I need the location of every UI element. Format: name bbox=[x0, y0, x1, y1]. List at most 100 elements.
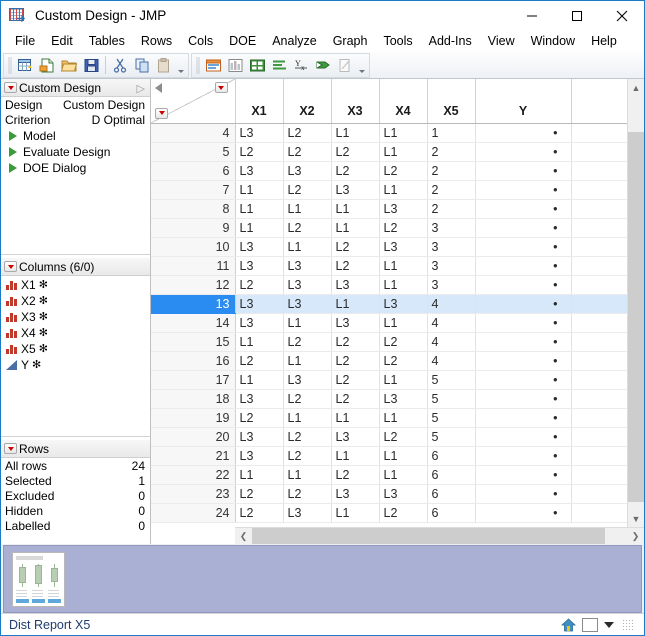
rows-menu-icon[interactable] bbox=[155, 107, 168, 119]
table-row[interactable]: 16 L2 L1 L2 L2 4 • bbox=[151, 351, 627, 371]
row-number-cell[interactable]: 8 bbox=[151, 199, 236, 219]
cell-x4[interactable]: L1 bbox=[379, 142, 428, 162]
cell-x2[interactable]: L2 bbox=[283, 180, 332, 200]
cell-x5[interactable]: 2 bbox=[427, 142, 476, 162]
cell-x3[interactable]: L2 bbox=[331, 161, 380, 181]
row-number-cell[interactable]: 22 bbox=[151, 465, 236, 485]
cell-y[interactable]: • bbox=[475, 408, 572, 428]
row-number-cell[interactable]: 24 bbox=[151, 503, 236, 523]
cell-x1[interactable]: L1 bbox=[235, 332, 284, 352]
cell-x4[interactable]: L2 bbox=[379, 218, 428, 238]
cell-x3[interactable]: L2 bbox=[331, 142, 380, 162]
cell-x4[interactable]: L1 bbox=[379, 180, 428, 200]
cell-x3[interactable]: L2 bbox=[331, 389, 380, 409]
cell-x5[interactable]: 3 bbox=[427, 218, 476, 238]
table-row[interactable]: 10 L3 L1 L2 L3 3 • bbox=[151, 237, 627, 257]
vertical-scrollbar[interactable]: ▲ ▼ bbox=[627, 79, 644, 527]
cell-x3[interactable]: L2 bbox=[331, 237, 380, 257]
row-number-cell[interactable]: 5 bbox=[151, 142, 236, 162]
chart-icon[interactable] bbox=[268, 54, 290, 76]
cell-y[interactable]: • bbox=[475, 218, 572, 238]
columns-panel-header[interactable]: Columns (6/0) bbox=[1, 258, 150, 276]
column-header-x5[interactable]: X5 bbox=[427, 79, 476, 124]
cell-y[interactable]: • bbox=[475, 332, 572, 352]
rows-panel-header[interactable]: Rows bbox=[1, 440, 150, 458]
open-file-icon[interactable] bbox=[58, 54, 80, 76]
cell-x5[interactable]: 5 bbox=[427, 408, 476, 428]
new-data-table-icon[interactable] bbox=[14, 54, 36, 76]
cell-y[interactable]: • bbox=[475, 351, 572, 371]
cell-x2[interactable]: L2 bbox=[283, 218, 332, 238]
cell-x4[interactable]: L1 bbox=[379, 446, 428, 466]
toolbar-grip[interactable] bbox=[196, 56, 200, 74]
cell-x1[interactable]: L1 bbox=[235, 465, 284, 485]
cell-x1[interactable]: L3 bbox=[235, 446, 284, 466]
design-item-doe-dialog[interactable]: DOE Dialog bbox=[1, 160, 150, 176]
menu-analyze[interactable]: Analyze bbox=[264, 32, 324, 51]
cell-x2[interactable]: L2 bbox=[283, 332, 332, 352]
table-row[interactable]: 19 L2 L1 L1 L1 5 • bbox=[151, 408, 627, 428]
horizontal-scroll-track[interactable] bbox=[252, 528, 627, 544]
cell-y[interactable]: • bbox=[475, 370, 572, 390]
row-number-cell[interactable]: 15 bbox=[151, 332, 236, 352]
columns-menu-icon[interactable] bbox=[214, 82, 228, 93]
table-row[interactable]: 21 L3 L2 L1 L1 6 • bbox=[151, 446, 627, 466]
cell-x1[interactable]: L2 bbox=[235, 503, 284, 523]
cell-x4[interactable]: L1 bbox=[379, 313, 428, 333]
cell-x2[interactable]: L2 bbox=[283, 142, 332, 162]
column-item-y[interactable]: Y ✻ bbox=[1, 357, 150, 373]
cell-x5[interactable]: 4 bbox=[427, 313, 476, 333]
disclosure-triangle-icon[interactable] bbox=[9, 131, 17, 141]
cell-x4[interactable]: L3 bbox=[379, 294, 428, 314]
column-header-x2[interactable]: X2 bbox=[283, 79, 332, 124]
table-row[interactable]: 5 L2 L2 L2 L1 2 • bbox=[151, 142, 627, 162]
cell-x5[interactable]: 6 bbox=[427, 484, 476, 504]
cell-y[interactable]: • bbox=[475, 123, 572, 143]
cell-y[interactable]: • bbox=[475, 161, 572, 181]
table-row[interactable]: 20 L3 L2 L3 L2 5 • bbox=[151, 427, 627, 447]
columns-panel-menu-icon[interactable] bbox=[4, 261, 17, 272]
cell-x1[interactable]: L3 bbox=[235, 161, 284, 181]
row-number-cell[interactable]: 9 bbox=[151, 218, 236, 238]
row-number-cell[interactable]: 16 bbox=[151, 351, 236, 371]
cell-x4[interactable]: L1 bbox=[379, 370, 428, 390]
cut-icon[interactable] bbox=[109, 54, 131, 76]
table-row[interactable]: 23 L2 L2 L3 L3 6 • bbox=[151, 484, 627, 504]
cell-x1[interactable]: L3 bbox=[235, 389, 284, 409]
column-item-x3[interactable]: X3 ✻ bbox=[1, 309, 150, 325]
graph-builder-icon[interactable] bbox=[312, 54, 334, 76]
cell-x3[interactable]: L1 bbox=[331, 446, 380, 466]
cell-x3[interactable]: L2 bbox=[331, 351, 380, 371]
cell-x1[interactable]: L3 bbox=[235, 427, 284, 447]
horizontal-scroll-thumb[interactable] bbox=[252, 528, 605, 544]
collapse-triangle-icon[interactable] bbox=[155, 83, 162, 93]
cell-y[interactable]: • bbox=[475, 142, 572, 162]
scroll-right-icon[interactable]: ❯ bbox=[627, 528, 644, 544]
home-icon[interactable] bbox=[560, 617, 577, 632]
disclosure-triangle-icon[interactable] bbox=[9, 147, 17, 157]
table-row[interactable]: 17 L1 L3 L2 L1 5 • bbox=[151, 370, 627, 390]
cell-x1[interactable]: L2 bbox=[235, 408, 284, 428]
cell-x1[interactable]: L1 bbox=[235, 180, 284, 200]
cell-y[interactable]: • bbox=[475, 237, 572, 257]
cell-y[interactable]: • bbox=[475, 427, 572, 447]
cell-x2[interactable]: L3 bbox=[283, 256, 332, 276]
column-header-y[interactable]: Y bbox=[475, 79, 572, 124]
cell-x3[interactable]: L1 bbox=[331, 123, 380, 143]
cell-x4[interactable]: L2 bbox=[379, 503, 428, 523]
cell-x4[interactable]: L1 bbox=[379, 275, 428, 295]
cell-x1[interactable]: L2 bbox=[235, 275, 284, 295]
menu-cols[interactable]: Cols bbox=[180, 32, 221, 51]
cell-x3[interactable]: L1 bbox=[331, 294, 380, 314]
cell-x3[interactable]: L3 bbox=[331, 484, 380, 504]
table-row[interactable]: 6 L3 L3 L2 L2 2 • bbox=[151, 161, 627, 181]
scroll-up-icon[interactable]: ▲ bbox=[628, 79, 644, 96]
cell-y[interactable]: • bbox=[475, 484, 572, 504]
cell-x4[interactable]: L2 bbox=[379, 161, 428, 181]
minimize-button[interactable] bbox=[509, 1, 554, 31]
cell-x5[interactable]: 6 bbox=[427, 446, 476, 466]
menu-rows[interactable]: Rows bbox=[133, 32, 180, 51]
resize-grip-icon[interactable] bbox=[622, 618, 634, 631]
table-row[interactable]: 15 L1 L2 L2 L2 4 • bbox=[151, 332, 627, 352]
row-number-cell[interactable]: 11 bbox=[151, 256, 236, 276]
